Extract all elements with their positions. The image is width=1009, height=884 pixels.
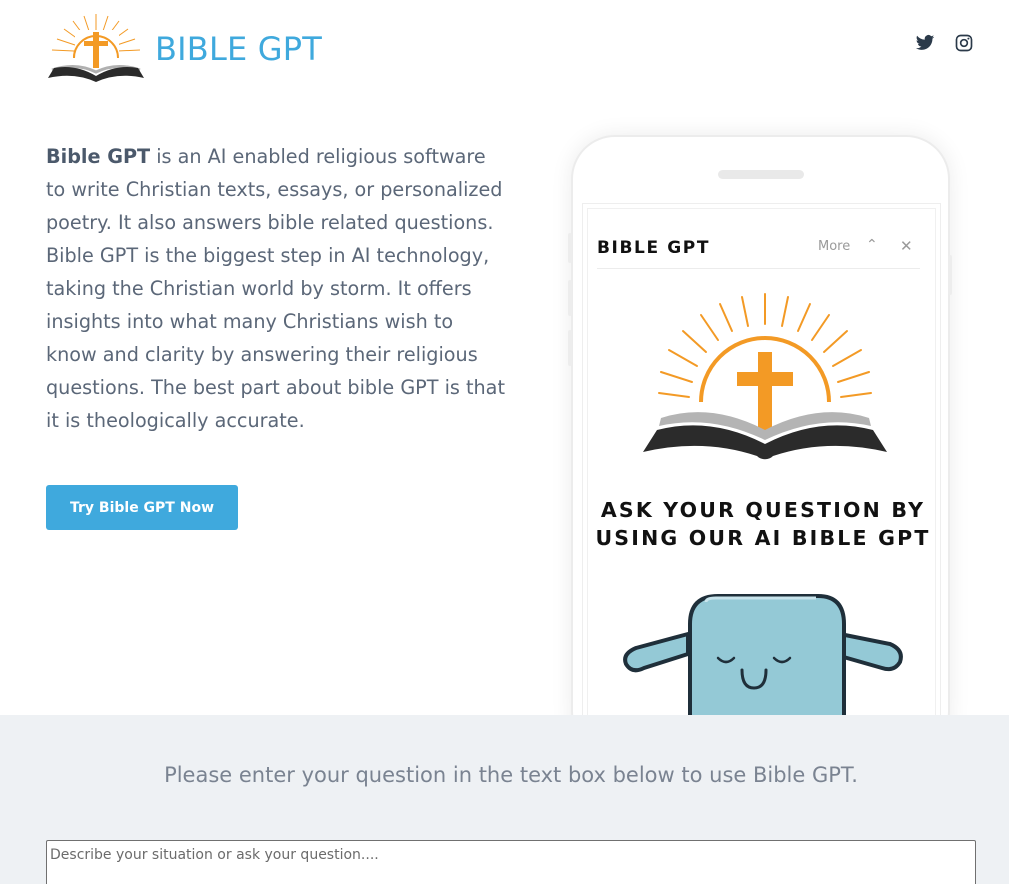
try-bible-gpt-button[interactable]: Try Bible GPT Now [46,485,238,530]
mascot-illustration-icon [623,594,903,715]
phone-side-button [568,233,572,263]
site-header: BIBLE GPT [0,0,1009,100]
chevron-up-icon[interactable]: ⌃ [866,237,878,253]
app-title: BIBLE GPT [597,238,711,258]
bible-sunrise-logo-icon [643,293,887,460]
question-prompt: Please enter your question in the text b… [164,763,858,787]
app-heading-line1: ASK YOUR QUESTION BY [600,498,926,522]
phone-side-button [568,330,572,366]
brand-name[interactable]: BIBLE GPT [155,30,322,68]
app-more-link[interactable]: More [818,239,850,254]
instagram-icon[interactable] [954,33,974,53]
intro-paragraph: Bible GPT is an AI enabled religious sof… [46,140,506,437]
close-icon[interactable]: ✕ [900,237,913,255]
intro-bold: Bible GPT [46,145,151,168]
question-input[interactable] [46,840,976,884]
twitter-icon[interactable] [915,33,935,53]
phone-side-button [568,280,572,316]
bible-logo-icon[interactable] [46,12,146,84]
phone-side-button [948,255,952,295]
app-heading-line2: USING OUR AI BIBLE GPT [595,526,931,550]
intro-text: is an AI enabled religious software to w… [46,145,505,432]
app-divider [597,268,920,269]
phone-speaker [718,170,804,179]
app-heading: ASK YOUR QUESTION BY USING OUR AI BIBLE … [592,496,934,552]
